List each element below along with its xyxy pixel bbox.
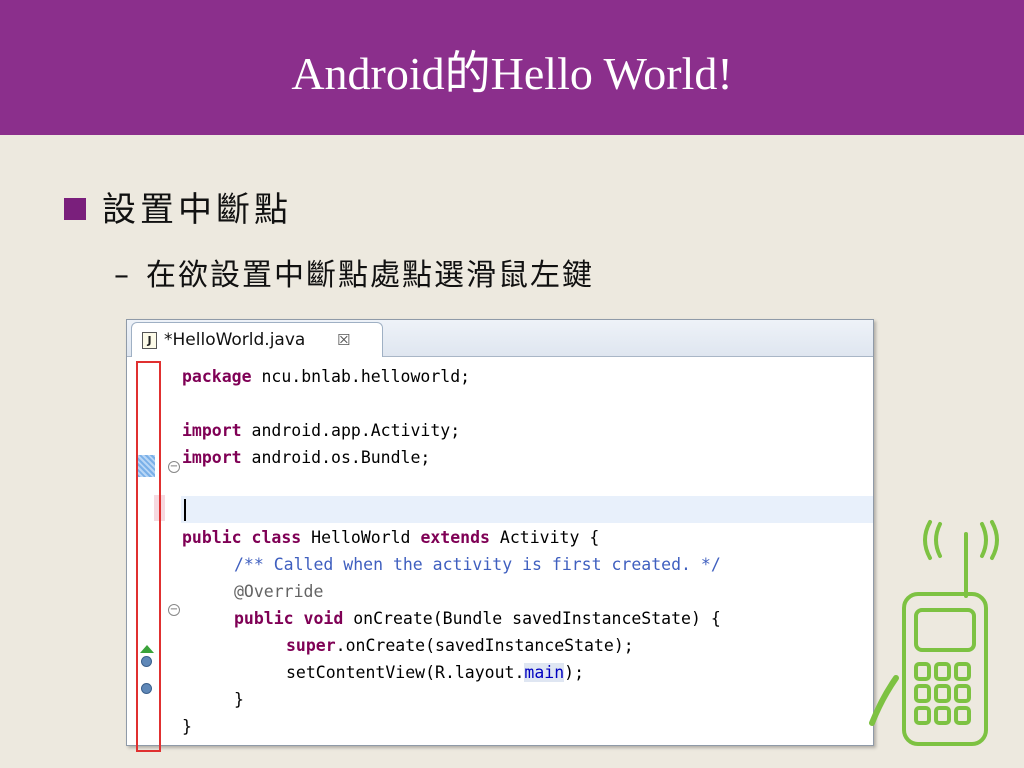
code-line: package ncu.bnlab.helloworld; — [182, 367, 471, 386]
slide-title: Android的Hello World! — [291, 48, 733, 99]
code-line: public class HelloWorld extends Activity… — [182, 528, 600, 547]
current-line-highlight — [181, 496, 873, 523]
sub-bullet-dash: – — [114, 258, 129, 293]
code-line: setContentView(R.layout.main); — [286, 663, 585, 682]
code-line: import android.os.Bundle; — [182, 448, 431, 467]
editor-tab-helloworld[interactable]: J *HelloWorld.java ☒ — [131, 322, 383, 357]
code-area[interactable]: − − package ncu.bnlab.helloworld; import… — [127, 357, 873, 745]
bullet-text: 設置中斷點 — [102, 190, 292, 230]
mobile-phone-icon — [902, 520, 999, 746]
code-line: public void onCreate(Bundle savedInstanc… — [234, 609, 721, 628]
code-line: @Override — [234, 582, 324, 601]
fold-toggle-icon[interactable]: − — [168, 604, 180, 616]
code-line: } — [234, 690, 244, 709]
close-tab-icon[interactable]: ☒ — [337, 329, 350, 351]
code-line: /** Called when the activity is first cr… — [234, 555, 721, 574]
decorative-swoosh-icon — [869, 675, 899, 726]
fold-toggle-icon[interactable]: − — [168, 461, 180, 473]
gutter-highlight-box — [136, 361, 161, 752]
text-caret — [184, 499, 186, 521]
code-line: import android.app.Activity; — [182, 421, 461, 440]
code-line: super.onCreate(savedInstanceState); — [286, 636, 634, 655]
editor-tab-strip: J *HelloWorld.java ☒ — [127, 320, 873, 357]
sub-bullet-text: 在欲設置中斷點處點選滑鼠左鍵 — [146, 258, 594, 293]
java-file-icon: J — [142, 332, 157, 349]
editor-tab-label: *HelloWorld.java — [164, 330, 306, 350]
code-line: } — [182, 717, 192, 736]
bullet-square-icon — [64, 198, 86, 220]
title-bar: Android的Hello World! — [0, 0, 1024, 135]
code-editor: J *HelloWorld.java ☒ − − package ncu.bnl… — [126, 319, 874, 746]
